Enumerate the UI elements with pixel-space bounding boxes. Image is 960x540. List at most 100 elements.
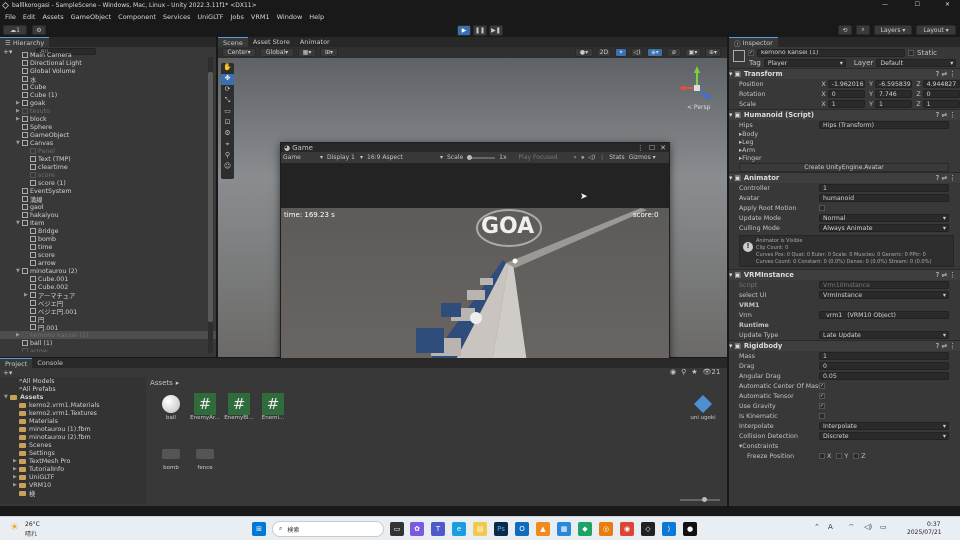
- axis-field[interactable]: 7.746: [874, 90, 913, 98]
- avatar-tool-icon[interactable]: ☺: [221, 162, 234, 173]
- transform-tool-icon[interactable]: ⊡: [221, 118, 234, 129]
- checkbox[interactable]: ✓: [819, 403, 825, 409]
- asset-item[interactable]: # EnemyBl...: [224, 393, 254, 421]
- stats-button[interactable]: Stats: [609, 154, 624, 161]
- draw-mode-button[interactable]: ●▾: [575, 48, 593, 57]
- persp-label[interactable]: < Persp: [687, 104, 711, 111]
- scale-slider[interactable]: [467, 154, 496, 160]
- explorer-icon[interactable]: ▤: [473, 522, 487, 536]
- weather-icon[interactable]: ☀: [10, 522, 19, 533]
- rect-tool-icon[interactable]: ▭: [221, 107, 234, 118]
- hierarchy-item[interactable]: ▶ goak: [0, 99, 216, 107]
- close-button[interactable]: ✕: [945, 1, 950, 8]
- fold-arrow-icon[interactable]: ▾: [729, 342, 732, 350]
- hierarchy-item[interactable]: 円.001: [0, 323, 216, 332]
- tab-console[interactable]: Console: [32, 358, 68, 368]
- static-checkbox[interactable]: [908, 49, 914, 56]
- fx-toggle[interactable]: ◈▾: [647, 48, 663, 57]
- 2d-toggle[interactable]: 2D: [597, 48, 611, 57]
- dropdown-field[interactable]: Always Animate ▾: [819, 224, 949, 232]
- asset-item[interactable]: # EnemyAr...: [190, 393, 220, 421]
- checkbox[interactable]: [853, 453, 860, 459]
- hidden-count-icon[interactable]: 👁21: [703, 368, 721, 376]
- dropdown-field[interactable]: Late Update ▾: [819, 331, 949, 339]
- value-field[interactable]: 1: [819, 352, 949, 360]
- github-icon[interactable]: ●: [683, 522, 697, 536]
- audio-toggle[interactable]: ◁): [631, 48, 643, 57]
- add-button[interactable]: +▾: [3, 48, 12, 56]
- hierarchy-item[interactable]: ▶ アーマチュア: [0, 291, 216, 300]
- hierarchy-item[interactable]: arrow: [0, 259, 216, 267]
- menu-item-2[interactable]: Assets: [42, 13, 63, 21]
- game-close-icon[interactable]: ✕: [660, 144, 666, 152]
- hierarchy-item[interactable]: Text (TMP): [0, 155, 216, 163]
- asset-item[interactable]: ball: [158, 393, 184, 421]
- tab-inspector[interactable]: ⓘ Inspector: [729, 37, 778, 48]
- checkbox[interactable]: ✓: [819, 393, 825, 399]
- grid-button[interactable]: ▦▾: [298, 48, 316, 57]
- display-dropdown[interactable]: Display 1 ▾: [327, 154, 363, 161]
- tab-game[interactable]: Game: [292, 144, 313, 152]
- game-view-dropdown[interactable]: Game ▾: [283, 154, 323, 161]
- hierarchy-scrollbar[interactable]: [208, 57, 213, 353]
- component-menu-icon[interactable]: ? ⇌ ⋮: [936, 174, 956, 182]
- hierarchy-item[interactable]: arrow: [0, 347, 216, 352]
- favorite-icon[interactable]: ★: [691, 368, 697, 376]
- axis-field[interactable]: 0: [827, 90, 866, 98]
- dropdown-field[interactable]: Discrete ▾: [819, 432, 949, 440]
- checkbox[interactable]: [819, 205, 825, 211]
- clock-time[interactable]: 0:37: [927, 521, 940, 528]
- fold-arrow-icon[interactable]: ▾: [729, 174, 732, 182]
- game-maximize-icon[interactable]: ☐: [649, 144, 655, 152]
- axis-field[interactable]: -6.595839: [874, 80, 913, 88]
- dropdown-field[interactable]: Normal ▾: [819, 214, 949, 222]
- project-tree-item[interactable]: ▼ Assets: [0, 393, 146, 401]
- account-button[interactable]: ☁ 1: [3, 25, 27, 35]
- vscode-icon[interactable]: ⟩: [662, 522, 676, 536]
- value-field[interactable]: 1: [819, 184, 949, 192]
- hierarchy-item[interactable]: Main Camera: [0, 51, 216, 59]
- volume-icon[interactable]: ◁): [864, 523, 872, 531]
- aspect-dropdown[interactable]: 16:9 Aspect ▾: [367, 154, 443, 161]
- project-tree-item[interactable]: ▶ VRM10: [0, 481, 146, 489]
- project-tree-item[interactable]: minotaurou (1).fbm: [0, 425, 146, 433]
- maximize-button[interactable]: ☐: [915, 1, 920, 8]
- component-menu-icon[interactable]: ? ⇌ ⋮: [936, 111, 956, 119]
- game-menu-icon[interactable]: ⋮: [637, 144, 644, 152]
- tab-project[interactable]: Project: [0, 358, 33, 368]
- vlc-icon[interactable]: ▲: [536, 522, 550, 536]
- tab-hierarchy[interactable]: ☰ Hierarchy: [0, 37, 50, 47]
- hierarchy-item[interactable]: score: [0, 251, 216, 259]
- hierarchy-item[interactable]: Cube.001: [0, 275, 216, 283]
- thumbnail-size-slider[interactable]: [680, 497, 720, 502]
- value-field[interactable]: 0.05: [819, 372, 949, 380]
- hierarchy-item[interactable]: time: [0, 243, 216, 251]
- menu-item-0[interactable]: File: [5, 13, 16, 21]
- edge-icon[interactable]: e: [452, 522, 466, 536]
- hierarchy-item[interactable]: ▼ Canvas: [0, 139, 216, 147]
- hierarchy-item[interactable]: ▼ minotaurou (2): [0, 267, 216, 275]
- tab-scene[interactable]: Scene: [218, 37, 248, 47]
- camera-button[interactable]: ▣▾: [685, 48, 701, 57]
- photoshop-icon[interactable]: Ps: [494, 522, 508, 536]
- layers-dropdown[interactable]: Layers ▾: [874, 25, 912, 35]
- clock-date[interactable]: 2025/07/21: [907, 529, 942, 536]
- layout-dropdown[interactable]: Layout ▾: [916, 25, 956, 35]
- copilot-icon[interactable]: ✿: [410, 522, 424, 536]
- ime-indicator[interactable]: A: [828, 523, 833, 531]
- blender-icon[interactable]: ◎: [599, 522, 613, 536]
- teams-icon[interactable]: T: [431, 522, 445, 536]
- move-tool-icon[interactable]: ✥: [221, 74, 234, 85]
- script-field[interactable]: Vrm10Instance: [819, 281, 949, 289]
- tab-asset-store[interactable]: Asset Store: [248, 37, 295, 47]
- hierarchy-item[interactable]: gaol: [0, 203, 216, 211]
- project-tree-item[interactable]: Scenes: [0, 441, 146, 449]
- axis-field[interactable]: 1: [922, 100, 960, 108]
- filter-label-icon[interactable]: ⚲: [681, 368, 686, 376]
- history-button[interactable]: ⟲: [838, 25, 852, 35]
- dropdown-field[interactable]: VrmInstance ▾: [819, 291, 949, 299]
- chrome-icon[interactable]: ◉: [620, 522, 634, 536]
- component-menu-icon[interactable]: ? ⇌ ⋮: [936, 70, 956, 78]
- frame-debug-icon[interactable]: ⋮: [599, 154, 605, 161]
- component-header[interactable]: ▾ ▣ VRMInstance? ⇌ ⋮: [729, 269, 960, 280]
